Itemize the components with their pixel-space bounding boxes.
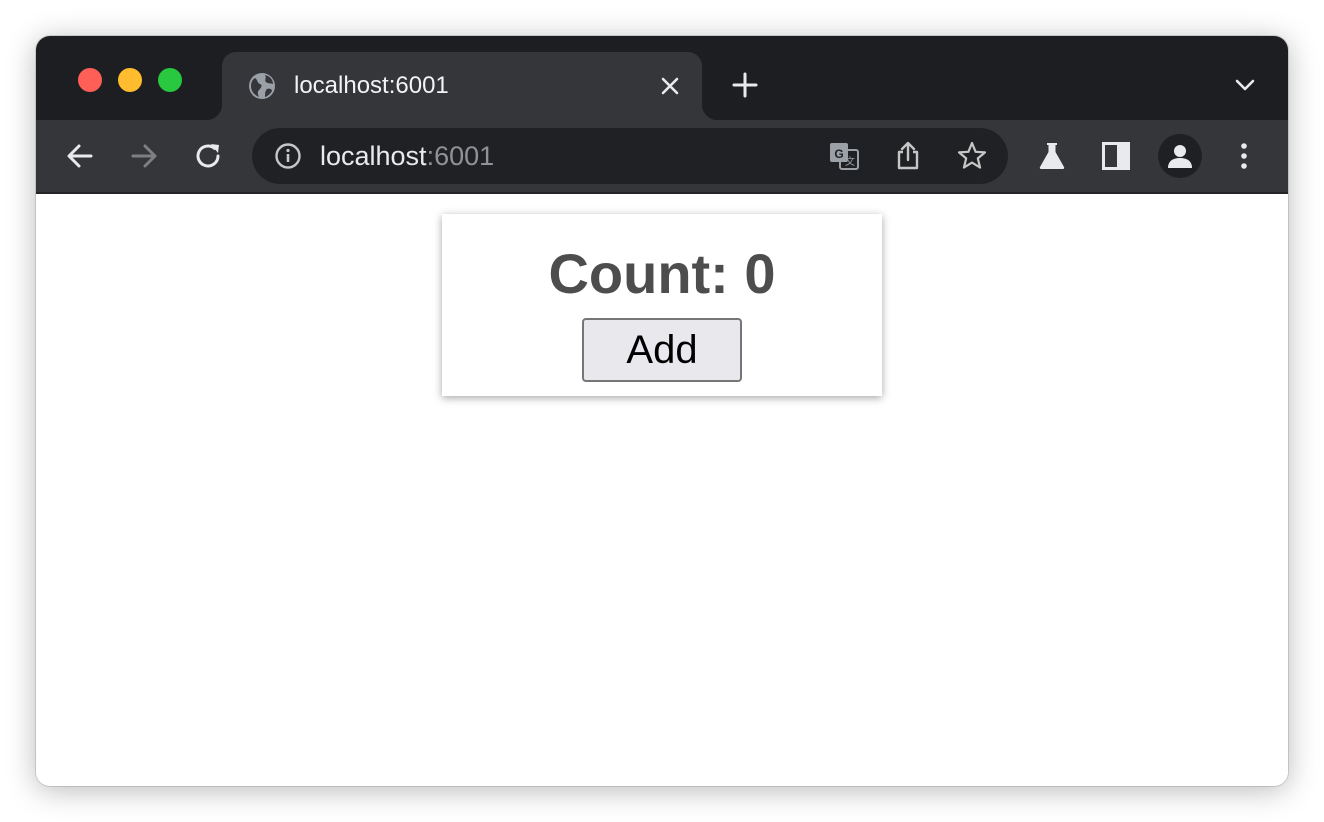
browser-toolbar: localhost:6001 G 文 — [36, 120, 1288, 194]
labs-flask-icon[interactable] — [1036, 140, 1068, 172]
chevron-down-icon[interactable] — [1232, 72, 1258, 98]
forward-arrow-icon[interactable] — [128, 140, 160, 172]
reload-icon[interactable] — [192, 140, 224, 172]
address-text[interactable]: localhost:6001 — [320, 140, 494, 172]
tab-active[interactable]: localhost:6001 — [206, 52, 718, 120]
counter-card: Count: 0 Add — [442, 214, 882, 396]
close-window-button[interactable] — [78, 68, 102, 92]
share-icon[interactable] — [892, 140, 924, 172]
tab-strip: localhost:6001 — [36, 36, 1288, 120]
zoom-window-button[interactable] — [158, 68, 182, 92]
globe-icon — [249, 73, 275, 99]
profile-avatar-icon[interactable] — [1158, 134, 1202, 178]
minimize-window-button[interactable] — [118, 68, 142, 92]
page-content: Count: 0 Add — [36, 194, 1288, 786]
address-port: :6001 — [426, 141, 495, 171]
site-info-icon[interactable] — [274, 142, 302, 170]
browser-window: localhost:6001 localhost:6001 G 文 Count:… — [36, 36, 1288, 786]
svg-text:文: 文 — [845, 155, 855, 168]
svg-text:G: G — [834, 147, 843, 161]
back-arrow-icon[interactable] — [64, 140, 96, 172]
address-host: localhost — [320, 141, 427, 171]
person-icon — [1168, 145, 1192, 168]
add-button[interactable]: Add — [582, 318, 742, 382]
side-panel-icon[interactable] — [1100, 140, 1132, 172]
count-display: Count: 0 — [548, 242, 776, 305]
bookmark-star-icon[interactable] — [956, 140, 988, 172]
tab-title: localhost:6001 — [294, 72, 449, 99]
new-tab-icon[interactable] — [730, 70, 760, 100]
close-tab-icon[interactable] — [656, 72, 684, 100]
more-menu-icon[interactable] — [1228, 140, 1260, 172]
address-bar[interactable]: localhost:6001 G 文 — [252, 128, 1008, 184]
translate-icon[interactable]: G 文 — [828, 140, 860, 172]
